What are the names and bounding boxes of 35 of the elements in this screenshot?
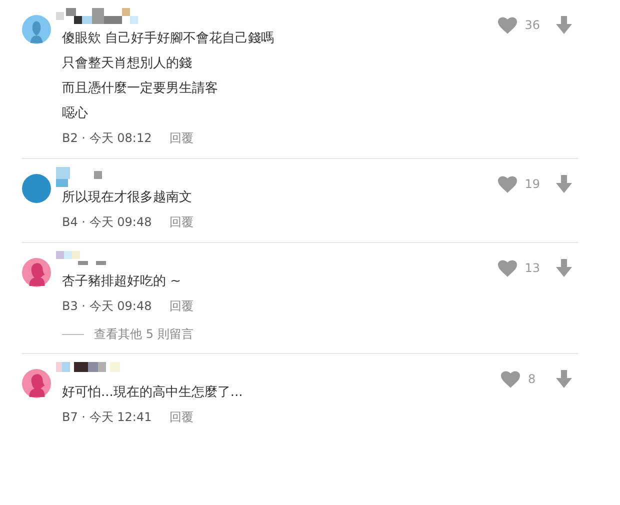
like-count: 36 [524, 17, 540, 34]
like-count: 13 [524, 260, 540, 277]
comment-meta: B7 · 今天 12:41 [62, 409, 152, 426]
heart-icon[interactable] [501, 370, 520, 388]
blurred-username [56, 167, 102, 187]
heart-icon[interactable] [498, 16, 517, 34]
down-arrow-icon[interactable] [556, 259, 572, 277]
like-count: 19 [524, 176, 540, 193]
avatar[interactable] [22, 174, 51, 203]
view-more-replies[interactable]: 查看其他 5 則留言 [62, 325, 194, 343]
down-arrow-icon[interactable] [556, 16, 572, 34]
like-count: 8 [528, 371, 537, 388]
comment-meta: B4 · 今天 09:48 [62, 214, 152, 231]
down-arrow-icon[interactable] [556, 370, 572, 388]
avatar[interactable] [22, 258, 51, 287]
comment-text: 而且憑什麼一定要男生請客 [62, 80, 218, 98]
blurred-username [56, 362, 120, 372]
comment-meta: B3 · 今天 09:48 [62, 298, 152, 315]
blurred-username [56, 251, 106, 265]
comment-text: 噁心 [62, 105, 88, 123]
comment-meta: B2 · 今天 08:12 [62, 130, 152, 147]
comment-text: 好可怕...現在的高中生怎麼了... [62, 384, 243, 402]
reply-link[interactable]: 回覆 [170, 128, 194, 148]
heart-icon[interactable] [498, 176, 517, 192]
reply-link[interactable]: 回覆 [170, 212, 194, 232]
reply-link[interactable]: 回覆 [170, 296, 194, 316]
down-arrow-icon[interactable] [556, 175, 572, 193]
comment-text: 只會整天肖想別人的錢 [62, 55, 192, 73]
avatar[interactable] [22, 369, 51, 398]
avatar[interactable] [22, 15, 51, 44]
comment-text: 杏子豬排超好吃的 ~ [62, 273, 182, 291]
comment-text: 所以現在才很多越南文 [62, 189, 192, 207]
comment-text: 傻眼欸 自己好手好腳不會花自己錢嗎 [62, 30, 274, 48]
heart-icon[interactable] [498, 260, 517, 276]
reply-link[interactable]: 回覆 [170, 407, 194, 427]
